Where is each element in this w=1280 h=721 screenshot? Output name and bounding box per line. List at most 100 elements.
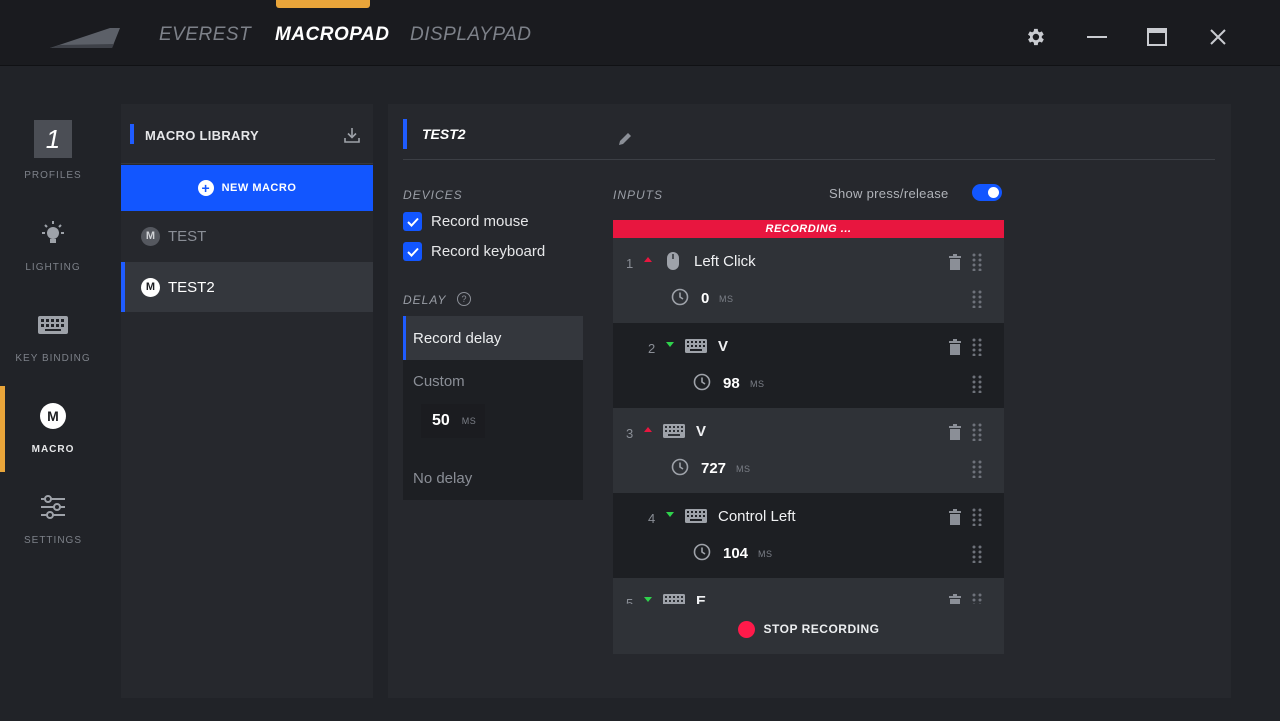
stop-recording-button[interactable]: STOP RECORDING — [613, 604, 1004, 654]
keyboard-icon — [685, 339, 707, 353]
recording-status-bar: RECORDING ... — [613, 220, 1004, 238]
record-dot-icon — [737, 620, 755, 638]
download-icon — [344, 128, 360, 143]
show-press-release-label: Show press/release — [829, 186, 949, 201]
key-down-arrow-icon — [644, 597, 652, 602]
sliders-icon — [41, 495, 65, 519]
delay-options: Record delay Custom 50 MS No delay — [403, 316, 583, 500]
tab-everest[interactable]: EVEREST — [159, 24, 251, 46]
sidebar: 1 PROFILES LIGHTING KEY BINDING M MACRO … — [0, 66, 106, 721]
event-delay-unit: MS — [736, 464, 751, 474]
sidebar-item-settings[interactable]: SETTINGS — [0, 489, 106, 575]
sidebar-item-label: LIGHTING — [25, 262, 81, 273]
clock-icon — [671, 288, 689, 306]
macro-list-item[interactable]: M TEST — [121, 211, 373, 261]
tab-displaypad[interactable]: DISPLAYPAD — [410, 24, 532, 46]
inputs-list: RECORDING ... 1 Left Click 0 MS 2 V 98 M… — [613, 220, 1004, 654]
macro-library-header: MACRO LIBRARY — [121, 104, 373, 164]
sidebar-item-key-binding[interactable]: KEY BINDING — [0, 307, 106, 393]
sidebar-item-label: SETTINGS — [23, 535, 82, 546]
download-button[interactable] — [343, 126, 361, 144]
event-delay-unit: MS — [719, 294, 734, 304]
input-event-row[interactable]: 2 V 98 MS — [613, 323, 1004, 408]
help-icon[interactable]: ? — [457, 292, 471, 306]
event-index: 4 — [648, 511, 656, 526]
clock-icon — [693, 373, 711, 391]
rename-button[interactable] — [616, 130, 634, 148]
maximize-button[interactable] — [1142, 22, 1172, 52]
drag-handle-icon[interactable] — [972, 338, 982, 356]
clock-icon — [671, 458, 689, 476]
sidebar-item-label: KEY BINDING — [15, 353, 91, 364]
sidebar-item-profiles[interactable]: 1 PROFILES — [0, 119, 106, 205]
drag-handle-icon[interactable] — [972, 423, 982, 441]
input-event-row[interactable]: 4 Control Left 104 MS — [613, 493, 1004, 578]
event-label: V — [696, 423, 707, 440]
macro-library-title: MACRO LIBRARY — [145, 128, 259, 143]
profile-number: 1 — [34, 120, 72, 158]
macro-library-panel: MACRO LIBRARY + NEW MACRO M TEST M TEST2 — [121, 104, 373, 698]
custom-delay-input[interactable]: 50 MS — [421, 404, 485, 438]
minimize-button[interactable] — [1082, 22, 1112, 52]
record-mouse-label: Record mouse — [431, 213, 529, 230]
drag-handle-icon[interactable] — [972, 253, 982, 271]
selected-bar — [403, 316, 406, 360]
trash-icon[interactable] — [948, 339, 962, 355]
event-delay-value[interactable]: 727 — [701, 460, 726, 477]
divider — [403, 159, 1215, 160]
event-delay-unit: MS — [758, 549, 773, 559]
close-button[interactable] — [1203, 22, 1233, 52]
tab-macropad[interactable]: MACROPAD — [275, 24, 389, 46]
lightbulb-icon — [42, 221, 64, 243]
delay-title: DELAY — [403, 293, 447, 307]
macro-name: TEST — [168, 227, 207, 245]
profile-icon-wrap: 1 — [0, 120, 106, 158]
event-delay-value[interactable]: 104 — [723, 545, 748, 562]
drag-handle-icon[interactable] — [972, 508, 982, 526]
event-delay-value[interactable]: 0 — [701, 290, 709, 307]
keyboard-icon — [685, 509, 707, 523]
record-delay-option[interactable]: Record delay — [403, 316, 583, 360]
sidebar-item-lighting[interactable]: LIGHTING — [0, 216, 106, 302]
custom-delay-unit: MS — [461, 416, 477, 426]
event-label: Left Click — [694, 253, 756, 270]
input-event-row[interactable]: 1 Left Click 0 MS — [613, 238, 1004, 323]
mouse-icon — [667, 252, 679, 270]
drag-handle-icon[interactable] — [972, 375, 982, 393]
drag-handle-icon[interactable] — [972, 290, 982, 308]
macro-editor-panel: TEST2 DEVICES Record mouse Record keyboa… — [388, 104, 1231, 698]
show-press-release-toggle[interactable] — [972, 184, 1002, 201]
sidebar-item-macro[interactable]: M MACRO — [0, 398, 106, 484]
key-down-arrow-icon — [666, 512, 674, 517]
keybinding-icon-wrap — [0, 307, 106, 343]
trash-icon[interactable] — [948, 254, 962, 270]
settings-button[interactable] — [1020, 22, 1050, 52]
key-up-arrow-icon — [644, 427, 652, 432]
no-delay-option[interactable]: No delay — [413, 470, 472, 487]
clock-icon — [693, 543, 711, 561]
trash-icon[interactable] — [948, 424, 962, 440]
macro-icon: M — [40, 403, 66, 429]
devices-title: DEVICES — [403, 188, 463, 202]
record-keyboard-label: Record keyboard — [431, 243, 546, 260]
record-mouse-checkbox[interactable]: Record mouse — [403, 212, 529, 231]
trash-icon[interactable] — [948, 509, 962, 525]
event-label: Control Left — [718, 508, 796, 525]
checkbox-checked-icon — [403, 212, 422, 231]
drag-handle-icon[interactable] — [972, 460, 982, 478]
custom-delay-option[interactable]: Custom — [413, 373, 465, 390]
input-event-row[interactable]: 3 V 727 MS — [613, 408, 1004, 493]
event-delay-unit: MS — [750, 379, 765, 389]
macro-list-item-selected[interactable]: M TEST2 — [121, 262, 373, 312]
custom-delay-value: 50 — [432, 412, 450, 429]
event-delay-value[interactable]: 98 — [723, 375, 740, 392]
macro-name: TEST2 — [168, 278, 215, 296]
main-area: 1 PROFILES LIGHTING KEY BINDING M MACRO … — [0, 66, 1280, 721]
new-macro-button[interactable]: + NEW MACRO — [121, 165, 373, 211]
record-keyboard-checkbox[interactable]: Record keyboard — [403, 242, 545, 261]
drag-handle-icon[interactable] — [972, 545, 982, 563]
record-delay-label: Record delay — [413, 329, 502, 347]
macro-name-title[interactable]: TEST2 — [422, 126, 466, 142]
checkbox-checked-icon — [403, 242, 422, 261]
macro-badge-icon: M — [141, 277, 160, 297]
